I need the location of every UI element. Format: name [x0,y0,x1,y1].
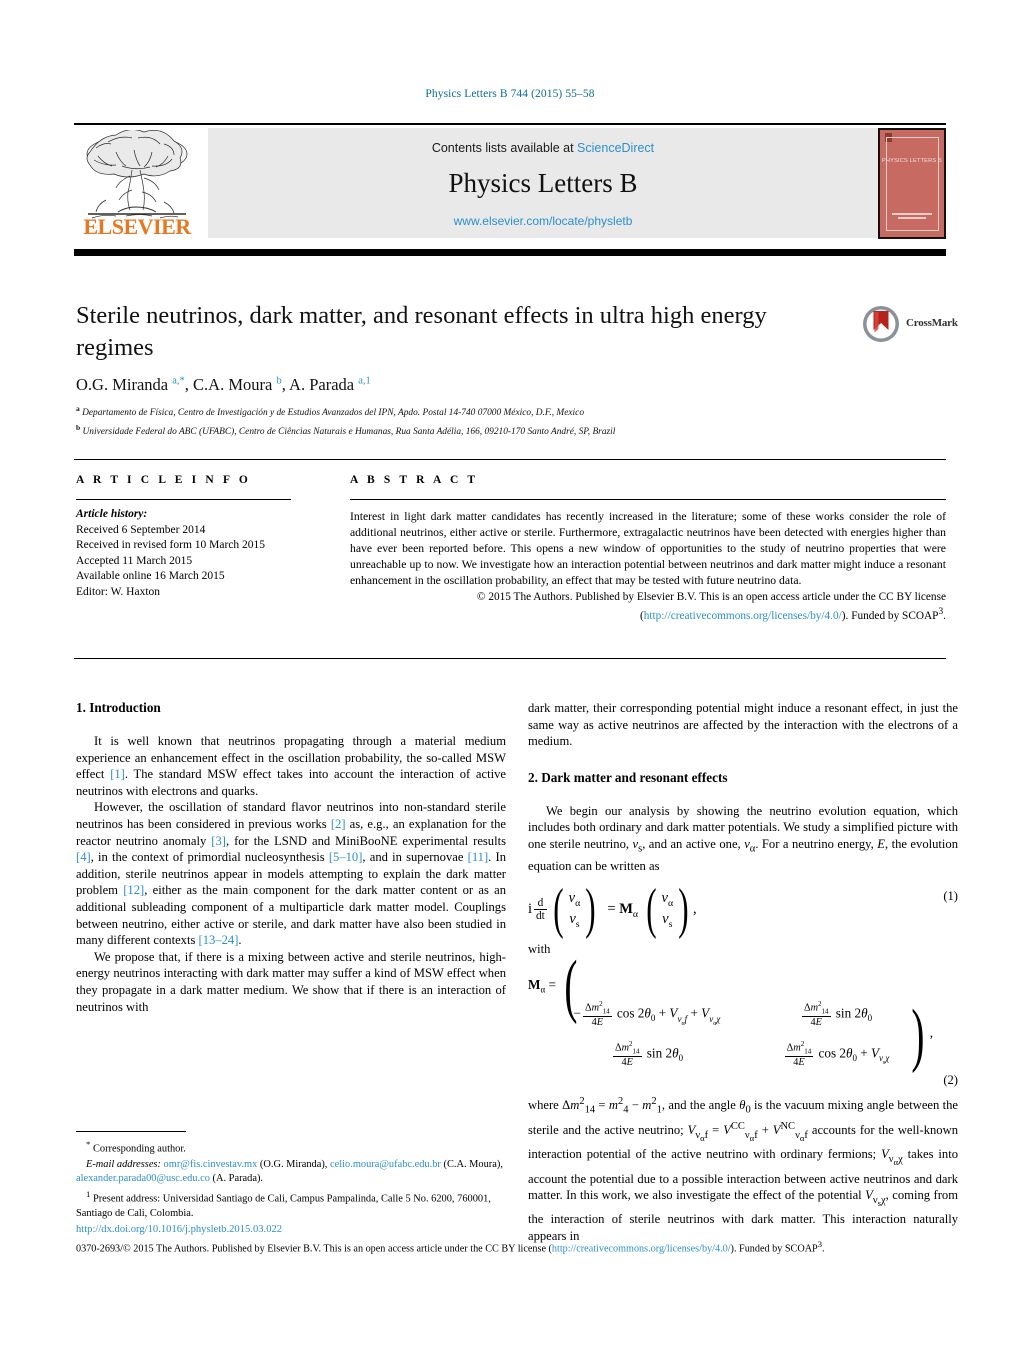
affiliation-b: b Universidade Federal do ABC (UFABC), C… [76,422,616,437]
paragraph-intro-2: However, the oscillation of standard fla… [76,800,507,948]
info-abstract-bottom-rule [74,658,946,659]
email-link-miranda[interactable]: omr@fis.cinvestav.mx [164,1159,258,1170]
crossmark-badge[interactable]: CrossMark [862,305,974,345]
paragraph-right-3: where Δm214 = m24 − m21, and the angle θ… [528,1095,959,1243]
asterisk-marker: * [86,1139,91,1149]
email-label: E-mail addresses: [86,1158,161,1170]
author-affil-marker: a,1 [358,375,371,387]
revised-date: Received in revised form 10 March 2015 [76,539,266,552]
article-info-heading: A R T I C L E I N F O [76,474,251,486]
journal-masthead: ELSEVIER Contents lists available at Sci… [74,128,946,241]
editor: Editor: W. Haxton [76,585,161,598]
elsevier-wordmark: ELSEVIER [83,214,191,239]
author-affil-marker: b [276,375,282,387]
abstract-block: A B S T R A C T Interest in light dark m… [350,474,946,625]
doi-link[interactable]: http://dx.doi.org/10.1016/j.physletb.201… [76,1224,948,1235]
cc-license-link[interactable]: http://creativecommons.org/licenses/by/4… [644,610,842,622]
contents-prefix: Contents lists available at [431,141,578,155]
issn-copyright-line: 0370-2693/© 2015 The Authors. Published … [76,1239,825,1255]
paragraph-right-1: dark matter, their corresponding potenti… [528,701,958,749]
journal-title: Physics Letters B [448,168,638,198]
online-date: Available online 16 March 2015 [76,570,225,583]
email-link-parada[interactable]: alexander.parada00@usc.edu.co [76,1173,210,1184]
cover-footer-lines [892,213,932,219]
page-title: Sterile neutrinos, dark matter, and reso… [76,302,767,361]
author-affil-marker: a,* [172,375,185,387]
citation-1[interactable]: [1] [110,767,125,781]
page-footer: http://dx.doi.org/10.1016/j.physletb.201… [76,1224,948,1256]
masthead-top-rule [74,123,946,125]
article-page: Physics Letters B 744 (2015) 55–58 ELSEV… [0,0,1020,1351]
equation-2: Mα = ( − Δm214 4E cos 2θ0 + Vναf + Vναχ Δm2… [528,946,958,1087]
copyright-tail: ). Funded by SCOAP [841,610,939,623]
accepted-date: Accepted 11 March 2015 [76,554,193,567]
cover-title-text: PHYSICS LETTERS B [882,158,942,164]
footnote-present-address: 1 Present address: Universidad Santiago … [76,1189,491,1219]
journal-cover-thumbnail: PHYSICS LETTERS B [878,128,946,239]
footnote-1-marker: 1 [86,1189,91,1200]
footnotes-block: * Corresponding author. E-mail addresses… [76,1137,508,1222]
footnote-corresponding: * Corresponding author. [86,1139,186,1155]
crossmark-label: CrossMark [906,317,958,329]
article-history: Article history: Received 6 September 20… [76,507,326,601]
paragraph-intro-3: We propose that, if there is a mixing be… [76,949,506,1014]
sciencedirect-link[interactable]: ScienceDirect [577,141,654,155]
paragraph-intro-1: It is well known that neutrinos propagat… [76,734,506,798]
journal-band: Contents lists available at ScienceDirec… [208,128,878,238]
citation-4[interactable]: [4] [76,850,91,864]
citation-12[interactable]: [12] [123,883,144,897]
abstract-text: Interest in light dark matter candidates… [350,510,946,587]
contents-available-line: Contents lists available at ScienceDirec… [208,141,878,155]
with-label: with [528,942,551,957]
body-column-left: 1. Introduction It is well known that ne… [76,700,506,1015]
citation-5-10[interactable]: [5–10] [329,850,363,864]
footnote-emails: E-mail addresses: omr@fis.cinvestav.mx (… [76,1158,503,1184]
citation-3[interactable]: [3] [211,834,226,848]
equation-1: i d dt(να νs) = Mα (να νs), (1) [528,877,958,940]
journal-homepage-link[interactable]: www.elsevier.com/locate/physletb [208,214,878,228]
running-head: Physics Letters B 744 (2015) 55–58 [425,88,595,100]
crossmark-icon [863,306,899,342]
citation-13-24[interactable]: [13–24] [199,933,239,947]
abstract-rule [350,499,946,500]
section-heading-introduction: 1. Introduction [76,700,161,715]
copyright-period: . [943,610,946,623]
elsevier-logo: ELSEVIER [74,128,200,241]
footnote-rule [76,1131,186,1132]
article-history-label: Article history: [76,508,148,520]
elsevier-tree-icon [86,130,188,219]
article-info-block: A R T I C L E I N F O Article history: R… [76,474,326,601]
citation-2[interactable]: [2] [331,817,346,831]
equation-1-number: (1) [943,888,958,903]
affiliations: a Departamento de Física, Centro de Inve… [76,402,926,439]
body-column-right: dark matter, their corresponding potenti… [528,700,958,1245]
masthead-bottom-rule [74,249,946,256]
email-link-moura[interactable]: celio.moura@ufabc.edu.br [330,1159,441,1170]
affiliation-a: a Departamento de Física, Centro de Inve… [76,404,585,419]
citation-11[interactable]: [11] [468,850,489,864]
author-list: O.G. Miranda a,*, C.A. Moura b, A. Parad… [76,375,371,394]
footer-cc-license-link[interactable]: http://creativecommons.org/licenses/by/4… [552,1243,731,1254]
received-date: Received 6 September 2014 [76,523,206,536]
abstract-copyright: © 2015 The Authors. Published by Elsevie… [350,590,946,626]
info-abstract-top-rule [74,459,946,460]
copyright-lead: © 2015 The Authors. Published by Elsevie… [476,590,946,603]
section-heading-dark-matter: 2. Dark matter and resonant effects [528,769,728,785]
abstract-heading: A B S T R A C T [350,474,479,486]
article-info-rule [76,499,291,500]
paragraph-right-2: We begin our analysis by showing the neu… [528,803,959,874]
equation-2-number: (2) [943,1072,958,1087]
